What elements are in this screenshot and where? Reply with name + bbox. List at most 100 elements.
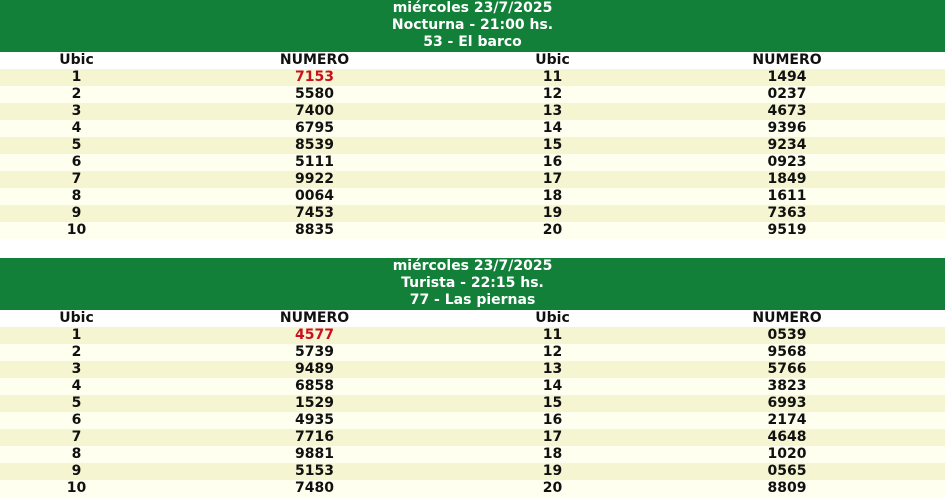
numero-cell: 0539	[767, 327, 807, 343]
numero-cell: 4935	[295, 412, 334, 428]
numero-cell: 7716	[295, 429, 334, 445]
draw-header: miércoles 23/7/2025 Turista - 22:15 hs. …	[0, 258, 945, 310]
numero-cell: 1020	[767, 446, 807, 462]
ubic-cell: 8	[71, 188, 82, 204]
column-header-ubic: Ubic	[59, 310, 94, 326]
ubic-cell: 10	[66, 222, 87, 238]
numero-cell: 7480	[295, 480, 334, 496]
table-row: 6 4935 16 2174	[0, 412, 945, 429]
column-header-ubic: Ubic	[59, 52, 94, 68]
table-row: 2 5580 12 0237	[0, 86, 945, 103]
ubic-cell: 20	[542, 480, 563, 496]
ubic-cell: 19	[542, 463, 563, 479]
column-header-numero: NUMERO	[279, 52, 350, 68]
numero-cell: 7453	[295, 205, 334, 221]
numero-cell: 9234	[767, 137, 807, 153]
ubic-cell: 5	[71, 395, 82, 411]
ubic-cell: 2	[71, 344, 82, 360]
numero-cell: 0064	[295, 188, 334, 204]
ubic-cell: 7	[71, 429, 82, 445]
ubic-cell: 7	[71, 171, 82, 187]
draw-rows: 1 4577 11 0539 2 5739 12 9568 3 9489 13 5766 4 6858 14…	[0, 327, 945, 497]
draw-rows: 1 7 15 3 11 1494 2 5580 12 0237 3 7400 13 4673 4 67 9 5 14…	[0, 69, 945, 239]
numero-cell: 9881	[295, 446, 334, 462]
table-row: 9 5153 19 0565	[0, 463, 945, 480]
winning-number: 4577	[295, 327, 334, 343]
numero-cell: 1494	[767, 69, 807, 85]
numero-cell: 8539	[295, 137, 334, 153]
ubic-cell: 2	[71, 86, 82, 102]
table-row: 8 0064 18 1611	[0, 188, 945, 205]
numero-cell: 7363	[767, 205, 807, 221]
draw-date: miércoles 23/7/2025	[392, 0, 553, 16]
ubic-cell: 3	[71, 103, 82, 119]
table-row: 4 6795 14 9396	[0, 120, 945, 137]
table-row: 2 5739 12 9568	[0, 344, 945, 361]
table-row: 1 4577 11 0539	[0, 327, 945, 344]
numero-cell: 5766	[767, 361, 807, 377]
draw-block-turista: miércoles 23/7/2025 Turista - 22:15 hs. …	[0, 258, 945, 497]
numero-cell: 8835	[295, 222, 334, 238]
table-row: 3 7400 13 4673	[0, 103, 945, 120]
ubic-cell: 20	[542, 222, 563, 238]
table-row: 8 9881 18 1020	[0, 446, 945, 463]
table-row: 5 8539 15 9234	[0, 137, 945, 154]
numero-cell: 3823	[767, 378, 807, 394]
numero-cell: 0237	[767, 86, 807, 102]
numero-cell: 5580	[295, 86, 334, 102]
table-row: 6 5111 16 0923	[0, 154, 945, 171]
numero-cell: 5153	[295, 463, 334, 479]
table-row: 4 6858 14 3823	[0, 378, 945, 395]
ubic-cell: 4	[71, 378, 82, 394]
ubic-cell: 15	[542, 137, 563, 153]
column-header-row: Ubic NUMERO Ubic NUMERO	[0, 52, 945, 69]
column-header-row: Ubic NUMERO Ubic NUMERO	[0, 310, 945, 327]
column-header-ubic: Ubic	[535, 310, 570, 326]
ubic-cell: 3	[71, 361, 82, 377]
numero-cell: 9396	[767, 120, 807, 136]
ubic-cell: 9	[71, 205, 82, 221]
ubic-cell: 9	[71, 463, 82, 479]
table-row: 10 8835 20 9519	[0, 222, 945, 239]
draw-session: Turista - 22:15 hs.	[401, 275, 544, 291]
table-row: 10 7480 20 8809	[0, 480, 945, 497]
column-header-numero: NUMERO	[752, 52, 822, 68]
table-row: 7 9922 17 1849	[0, 171, 945, 188]
numero-cell: 1529	[295, 395, 334, 411]
ubic-cell: 8	[71, 446, 82, 462]
column-header-numero: NUMERO	[279, 310, 350, 326]
draw-block-nocturna: miércoles 23/7/2025 Nocturna - 21:00 hs.…	[0, 0, 945, 239]
numero-cell: 5739	[295, 344, 334, 360]
ubic-cell: 16	[542, 412, 563, 428]
ubic-cell: 5	[71, 137, 82, 153]
ubic-cell: 18	[542, 446, 563, 462]
ubic-cell: 16	[542, 154, 563, 170]
ubic-cell: 15	[542, 395, 563, 411]
numero-cell: 4648	[767, 429, 807, 445]
ubic-cell: 13	[542, 361, 563, 377]
ubic-cell: 17	[542, 429, 563, 445]
ubic-cell: 4	[71, 120, 82, 136]
numero-cell: 9568	[767, 344, 807, 360]
column-header-ubic: Ubic	[535, 52, 570, 68]
ubic-cell: 10	[66, 480, 87, 496]
table-row: 1 7153 11 1494	[0, 69, 945, 86]
ubic-cell: 11	[542, 69, 563, 85]
ubic-cell: 1	[71, 327, 82, 343]
ubic-cell: 17	[542, 171, 563, 187]
numero-cell: 6993	[767, 395, 807, 411]
ubic-cell: 6	[71, 154, 82, 170]
column-header-numero: NUMERO	[752, 310, 822, 326]
ubic-cell: 14	[542, 120, 563, 136]
ubic-cell: 13	[542, 103, 563, 119]
draw-date: miércoles 23/7/2025	[392, 258, 553, 274]
draw-result: 53 - El barco	[423, 34, 522, 50]
table-row: 7 7716 17 4648	[0, 429, 945, 446]
numero-cell: 0565	[767, 463, 807, 479]
ubic-cell: 12	[542, 86, 563, 102]
winning-number: 7153	[295, 69, 334, 85]
numero-cell: 1611	[767, 188, 807, 204]
draw-result: 77 - Las piernas	[409, 292, 536, 308]
ubic-cell: 18	[542, 188, 563, 204]
numero-cell: 9489	[295, 361, 334, 377]
